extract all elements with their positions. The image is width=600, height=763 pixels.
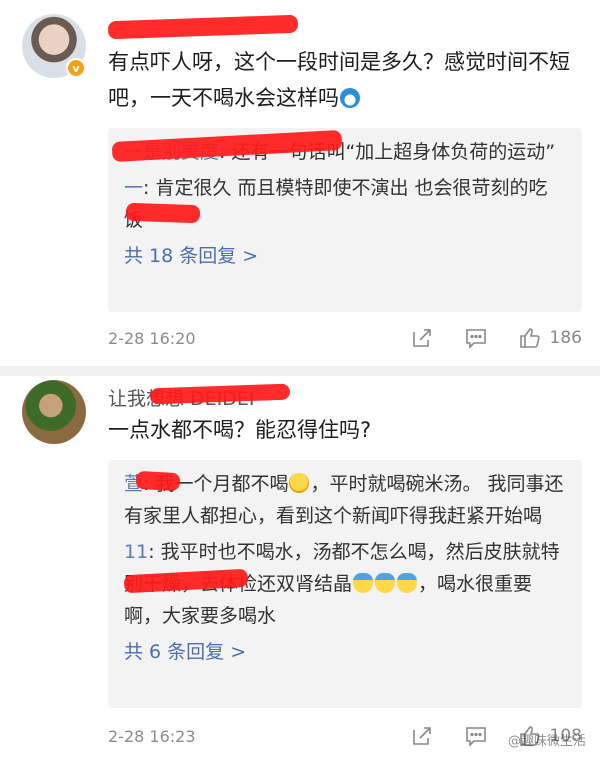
avatar[interactable] [22,380,86,444]
verified-badge: v [66,58,86,78]
more-replies-link[interactable]: 共 6 条回复 > [124,636,566,668]
doraemon-emoji [340,88,360,108]
timestamp: 2-28 16:23 [108,726,196,746]
comment-icon [465,727,486,747]
sweat-emoji [375,573,396,593]
sweat-emoji [397,573,418,593]
sweat-emoji [353,573,374,593]
share-icon [412,727,431,745]
comment-icon [465,329,486,349]
laugh-cry-emoji [289,473,310,493]
comment-text: 一点水都不喝？能忍得住吗? [108,418,372,442]
share-button[interactable] [410,724,434,748]
share-icon [412,329,431,347]
watermark: @趣味微生活 [507,734,586,749]
redacted-username [107,14,299,40]
comment-button[interactable] [464,326,488,350]
comment-2: 让我想想 DEIDEI 一点水都不喝？能忍得住吗? 萱: 我一个月都不喝，平时就… [0,376,600,763]
redacted-reply-name [135,470,181,492]
redacted-reply-name [125,202,201,224]
like-button[interactable]: 186 [518,326,582,350]
comment-divider [0,366,600,376]
redacted-username [149,383,291,405]
like-count: 186 [549,328,582,348]
share-button[interactable] [410,326,434,350]
more-replies-link[interactable]: 共 18 条回复 > [124,240,566,272]
comment-text: 有点吓人呀，这个一段时间是多久？感觉时间不短吧，一天不喝水会这样吗 [108,50,570,110]
comment-meta: 2-28 16:20 186 [108,323,582,353]
timestamp: 2-28 16:20 [108,328,196,348]
reply-username[interactable]: 11 [124,541,148,563]
reply-item[interactable]: 萱: 我一个月都不喝 ，平时就喝碗米汤。 我同事还有家里人都担心，看到这个新闻吓得… [124,468,566,532]
like-icon [519,328,540,348]
comment-button[interactable] [464,724,488,748]
comment-1: v 有点吓人呀，这个一段时间是多久？感觉时间不短吧，一天不喝水会这样吗 一是别美… [0,0,600,366]
reply-username[interactable]: 一 [124,177,143,199]
